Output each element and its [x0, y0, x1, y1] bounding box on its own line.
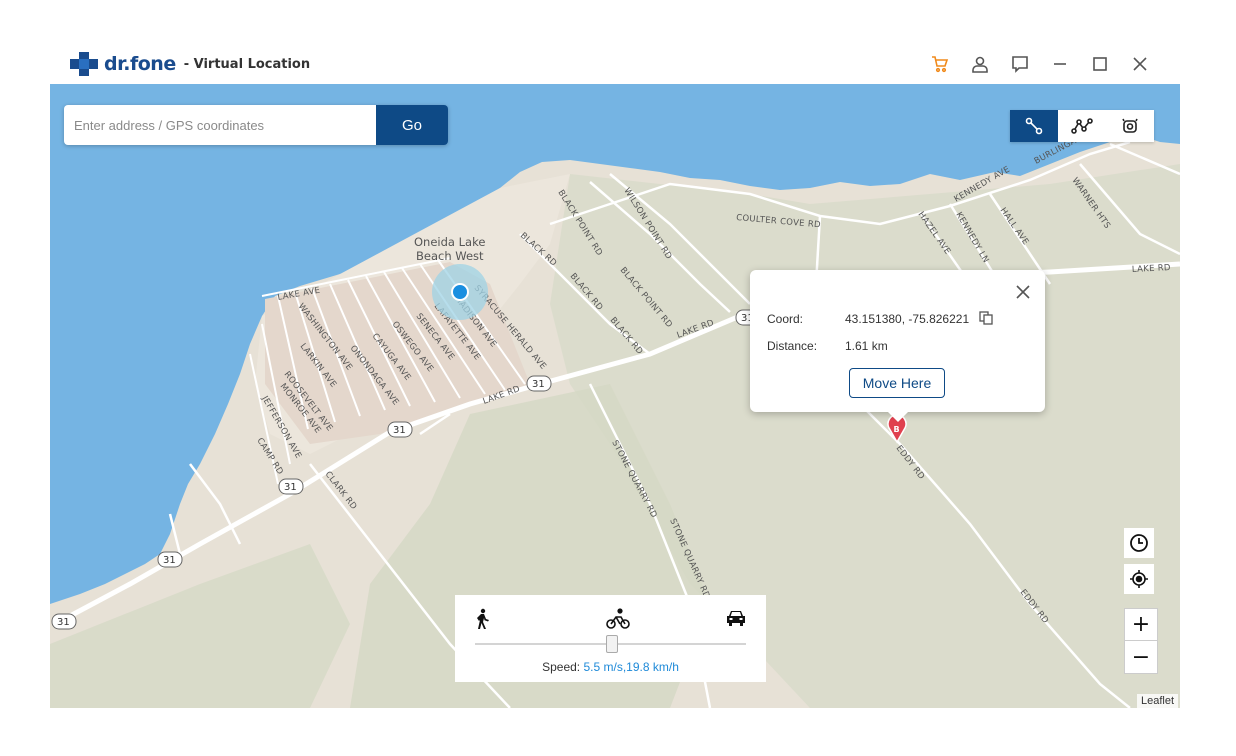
svg-text:31: 31 [57, 617, 70, 628]
map-attribution[interactable]: Leaflet [1136, 694, 1178, 708]
svg-text:31: 31 [532, 379, 545, 390]
multi-stop-route-icon [1071, 118, 1093, 134]
minimize-icon [1054, 63, 1066, 65]
speed-label: Speed: [542, 660, 581, 674]
clock-icon [1130, 534, 1148, 552]
minimize-button[interactable] [1040, 52, 1080, 76]
place-label-line-1: Oneida Lake [414, 235, 485, 249]
move-here-button[interactable]: Move Here [849, 368, 945, 398]
route-shield-5: 31 [157, 551, 183, 568]
walk-icon[interactable] [475, 608, 491, 630]
maximize-icon [1093, 57, 1107, 71]
map-view[interactable]: LAKE AVE WASHINGTON AVE LARKIN AVE ROOSE… [50, 84, 1180, 708]
zoom-in-button[interactable]: + [1125, 609, 1157, 641]
coord-label: Coord: [767, 312, 804, 326]
speed-readout: Speed: 5.5 m/s,19.8 km/h [455, 660, 766, 674]
place-label: Oneida Lake Beach West [414, 235, 485, 263]
svg-text:31: 31 [163, 555, 176, 566]
cart-icon [932, 56, 949, 73]
bike-icon[interactable] [606, 608, 630, 630]
joystick-icon [1122, 118, 1138, 133]
address-input[interactable] [64, 105, 376, 145]
center-location-button[interactable] [1124, 564, 1154, 594]
distance-value: 1.61 km [845, 339, 888, 353]
app-subtitle: - Virtual Location [183, 56, 311, 72]
chat-icon [1012, 56, 1028, 73]
car-icon[interactable] [725, 608, 747, 628]
search-bar: Go [64, 105, 448, 145]
distance-label: Distance: [767, 339, 818, 353]
maximize-button[interactable] [1080, 52, 1120, 76]
one-stop-route-icon [1025, 117, 1043, 135]
user-icon [972, 56, 988, 73]
route-shield-4: 31 [278, 478, 304, 495]
window-controls [920, 52, 1160, 76]
zoom-control: + − [1124, 608, 1158, 674]
drfone-plus-icon [70, 52, 98, 76]
locate-icon [1130, 570, 1148, 588]
close-button[interactable] [1120, 52, 1160, 76]
place-label-line-2: Beach West [416, 249, 484, 263]
coord-value: 43.151380, -75.826221 [845, 312, 970, 326]
speed-slider-thumb[interactable] [605, 635, 618, 653]
feedback-button[interactable] [1000, 52, 1040, 76]
route-shield-6: 31 [51, 613, 77, 630]
location-popup: Coord: 43.151380, -75.826221 Distance: 1… [750, 270, 1045, 422]
speed-value: 5.5 m/s,19.8 km/h [583, 660, 679, 674]
zoom-out-button[interactable]: − [1125, 641, 1157, 673]
close-icon [1133, 57, 1147, 71]
marker-letter: B [894, 425, 900, 434]
history-button[interactable] [1124, 528, 1154, 558]
speed-panel: Speed: 5.5 m/s,19.8 km/h [455, 595, 766, 682]
svg-text:31: 31 [284, 482, 297, 493]
account-button[interactable] [960, 52, 1000, 76]
road-label-lake-rd-3: LAKE RD [1132, 263, 1172, 275]
route-shield-3: 31 [387, 421, 413, 438]
title-bar: dr.fone - Virtual Location [50, 44, 1180, 84]
go-button[interactable]: Go [376, 105, 448, 145]
route-shield-2: 31 [526, 375, 552, 392]
one-stop-route-button[interactable] [1010, 110, 1058, 142]
road-label-clark-rd: CLARK RD [323, 470, 359, 512]
app-logo: dr.fone - Virtual Location [70, 52, 310, 76]
multi-stop-route-button[interactable] [1058, 110, 1106, 142]
svg-text:31: 31 [393, 425, 406, 436]
popup-close-icon[interactable] [1015, 284, 1031, 300]
copy-icon[interactable] [979, 311, 993, 325]
cart-button[interactable] [920, 52, 960, 76]
brand-name: dr.fone [104, 53, 176, 75]
current-location-dot[interactable] [451, 283, 469, 301]
mode-toolbar [1010, 110, 1154, 142]
joystick-mode-button[interactable] [1106, 110, 1154, 142]
